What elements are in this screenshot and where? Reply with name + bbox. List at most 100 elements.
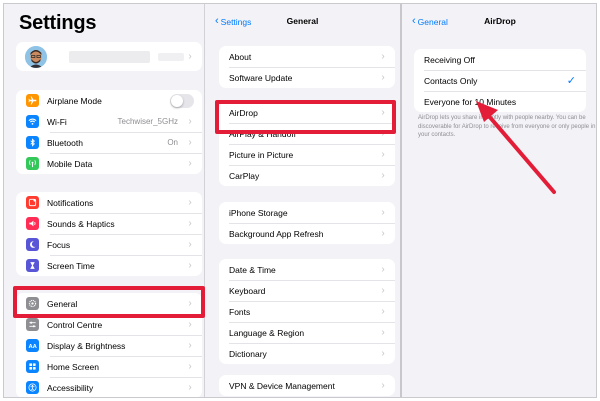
grid-icon <box>26 360 39 373</box>
general-row-vpn-device-management[interactable]: VPN & Device Management › <box>219 375 395 396</box>
general-row-label: Language & Region <box>229 327 305 338</box>
general-group: About › Software Update › <box>219 46 395 88</box>
airdrop-options-group: Receiving Off Contacts Only ✓ Everyone for … <box>414 49 586 112</box>
settings-row-label: Bluetooth <box>47 137 83 148</box>
checkmark-icon: ✓ <box>566 75 576 87</box>
general-group: General › Control Centre › AA Display & Brigh… <box>16 293 202 397</box>
chevron-right-icon: › <box>188 197 192 208</box>
chevron-right-icon: › <box>381 228 385 239</box>
general-row-background-app-refresh[interactable]: Background App Refresh › <box>219 223 395 244</box>
redacted-account-name <box>68 50 151 63</box>
chevron-right-icon: › <box>188 137 192 148</box>
settings-row-notifications[interactable]: Notifications › <box>16 192 202 213</box>
chevron-right-icon: › <box>381 149 385 160</box>
general-row-label: Keyboard <box>229 285 266 296</box>
page-title: Settings <box>19 12 97 34</box>
chevron-right-icon: › <box>381 306 385 317</box>
airplane-icon <box>26 94 39 107</box>
settings-row-mobile-data[interactable]: Mobile Data › <box>16 153 202 174</box>
general-row-software-update[interactable]: Software Update › <box>219 67 395 88</box>
connectivity-group: Airplane Mode Wi-Fi Techwiser_5GHz › Blueto… <box>16 90 202 174</box>
settings-row-label: Mobile Data <box>47 158 93 169</box>
settings-row-airplane-mode[interactable]: Airplane Mode <box>16 90 202 111</box>
chevron-right-icon: › <box>188 298 192 309</box>
airdrop-option-receiving-off[interactable]: Receiving Off <box>414 49 586 70</box>
general-row-airdrop[interactable]: AirDrop › <box>219 102 395 123</box>
apple-id-profile[interactable]: › <box>16 42 202 71</box>
settings-row-sounds-haptics[interactable]: Sounds & Haptics › <box>16 213 202 234</box>
chevron-right-icon: › <box>381 51 385 62</box>
general-row-label: VPN & Device Management <box>229 380 335 391</box>
general-row-airplay-handoff[interactable]: AirPlay & Handoff › <box>219 123 395 144</box>
general-row-keyboard[interactable]: Keyboard › <box>219 280 395 301</box>
general-row-about[interactable]: About › <box>219 46 395 67</box>
airdrop-nav-bar: ‹ General AirDrop <box>402 16 596 30</box>
general-row-label: Picture in Picture <box>229 149 294 160</box>
general-row-dictionary[interactable]: Dictionary › <box>219 343 395 364</box>
general-row-label: iPhone Storage <box>229 207 288 218</box>
settings-row-label: Control Centre <box>47 319 103 330</box>
general-row-language-region[interactable]: Language & Region › <box>219 322 395 343</box>
settings-row-control-centre[interactable]: Control Centre › <box>16 314 202 335</box>
chevron-right-icon: › <box>381 327 385 338</box>
settings-row-label: Notifications <box>47 197 94 208</box>
settings-row-label: Wi-Fi <box>47 116 67 127</box>
settings-row-bluetooth[interactable]: Bluetooth On › <box>16 132 202 153</box>
avatar <box>25 45 47 68</box>
settings-row-label: General <box>47 298 78 309</box>
general-row-label: Fonts <box>229 306 251 317</box>
memoji-avatar-icon <box>25 45 47 68</box>
chevron-right-icon: › <box>381 380 385 391</box>
settings-row-accessibility[interactable]: Accessibility › <box>16 377 202 397</box>
general-group: iPhone Storage › Background App Refresh › <box>219 202 395 244</box>
general-pane: ‹ Settings General About › Software Update… <box>204 4 400 397</box>
airdrop-option-contacts-only[interactable]: Contacts Only ✓ <box>414 70 586 91</box>
redacted-account-detail <box>158 52 185 61</box>
settings-row-general[interactable]: General › <box>16 293 202 314</box>
notifications-group: Notifications › Sounds & Haptics › Focus › Scr… <box>16 192 202 276</box>
settings-row-wi-fi[interactable]: Wi-Fi Techwiser_5GHz › <box>16 111 202 132</box>
settings-row-home-screen[interactable]: Home Screen › <box>16 356 202 377</box>
chevron-right-icon: › <box>188 51 192 62</box>
settings-row-focus[interactable]: Focus › <box>16 234 202 255</box>
chevron-right-icon: › <box>188 239 192 250</box>
general-group: AirDrop › AirPlay & Handoff › Picture in Pic… <box>219 102 395 186</box>
general-row-label: Background App Refresh <box>229 228 324 239</box>
screenshot-frame: Settings › Airplane Mode Wi-Fi Techwiser… <box>3 3 597 398</box>
general-group: Date & Time › Keyboard › Fonts › Language & Re… <box>219 259 395 364</box>
general-row-label: CarPlay <box>229 170 260 181</box>
settings-row-screen-time[interactable]: Screen Time › <box>16 255 202 276</box>
settings-row-label: Accessibility <box>47 382 94 393</box>
text-size-icon: AA <box>26 339 39 352</box>
settings-row-label: Home Screen <box>47 361 99 372</box>
settings-row-display-brightness[interactable]: AA Display & Brightness › <box>16 335 202 356</box>
settings-row-value: Techwiser_5GHz <box>117 117 178 126</box>
general-row-label: Software Update <box>229 72 293 83</box>
nav-title: AirDrop <box>484 16 516 26</box>
chevron-right-icon: › <box>381 107 385 118</box>
general-row-label: Dictionary <box>229 348 267 359</box>
hourglass-icon <box>26 259 39 272</box>
airdrop-option-everyone-for-10-minutes[interactable]: Everyone for 10 Minutes <box>414 91 586 112</box>
chevron-right-icon: › <box>381 170 385 181</box>
chevron-right-icon: › <box>381 264 385 275</box>
airdrop-pane: ‹ General AirDrop Receiving Off Contacts … <box>400 4 596 397</box>
airplane-mode-toggle[interactable] <box>170 93 194 108</box>
general-row-picture-in-picture[interactable]: Picture in Picture › <box>219 144 395 165</box>
airdrop-option-label: Receiving Off <box>424 54 475 65</box>
general-row-date-time[interactable]: Date & Time › <box>219 259 395 280</box>
bell-icon <box>26 196 39 209</box>
chevron-right-icon: › <box>381 285 385 296</box>
chevron-right-icon: › <box>188 340 192 351</box>
general-row-iphone-storage[interactable]: iPhone Storage › <box>219 202 395 223</box>
settings-row-label: Display & Brightness <box>47 340 126 351</box>
bluetooth-icon <box>26 136 39 149</box>
airdrop-option-label: Contacts Only <box>424 75 478 86</box>
gear-icon <box>26 297 39 310</box>
wifi-icon <box>26 115 39 128</box>
general-row-fonts[interactable]: Fonts › <box>219 301 395 322</box>
general-row-carplay[interactable]: CarPlay › <box>219 165 395 186</box>
chevron-right-icon: › <box>188 361 192 372</box>
speaker-icon <box>26 217 39 230</box>
settings-row-value: On <box>167 138 178 147</box>
